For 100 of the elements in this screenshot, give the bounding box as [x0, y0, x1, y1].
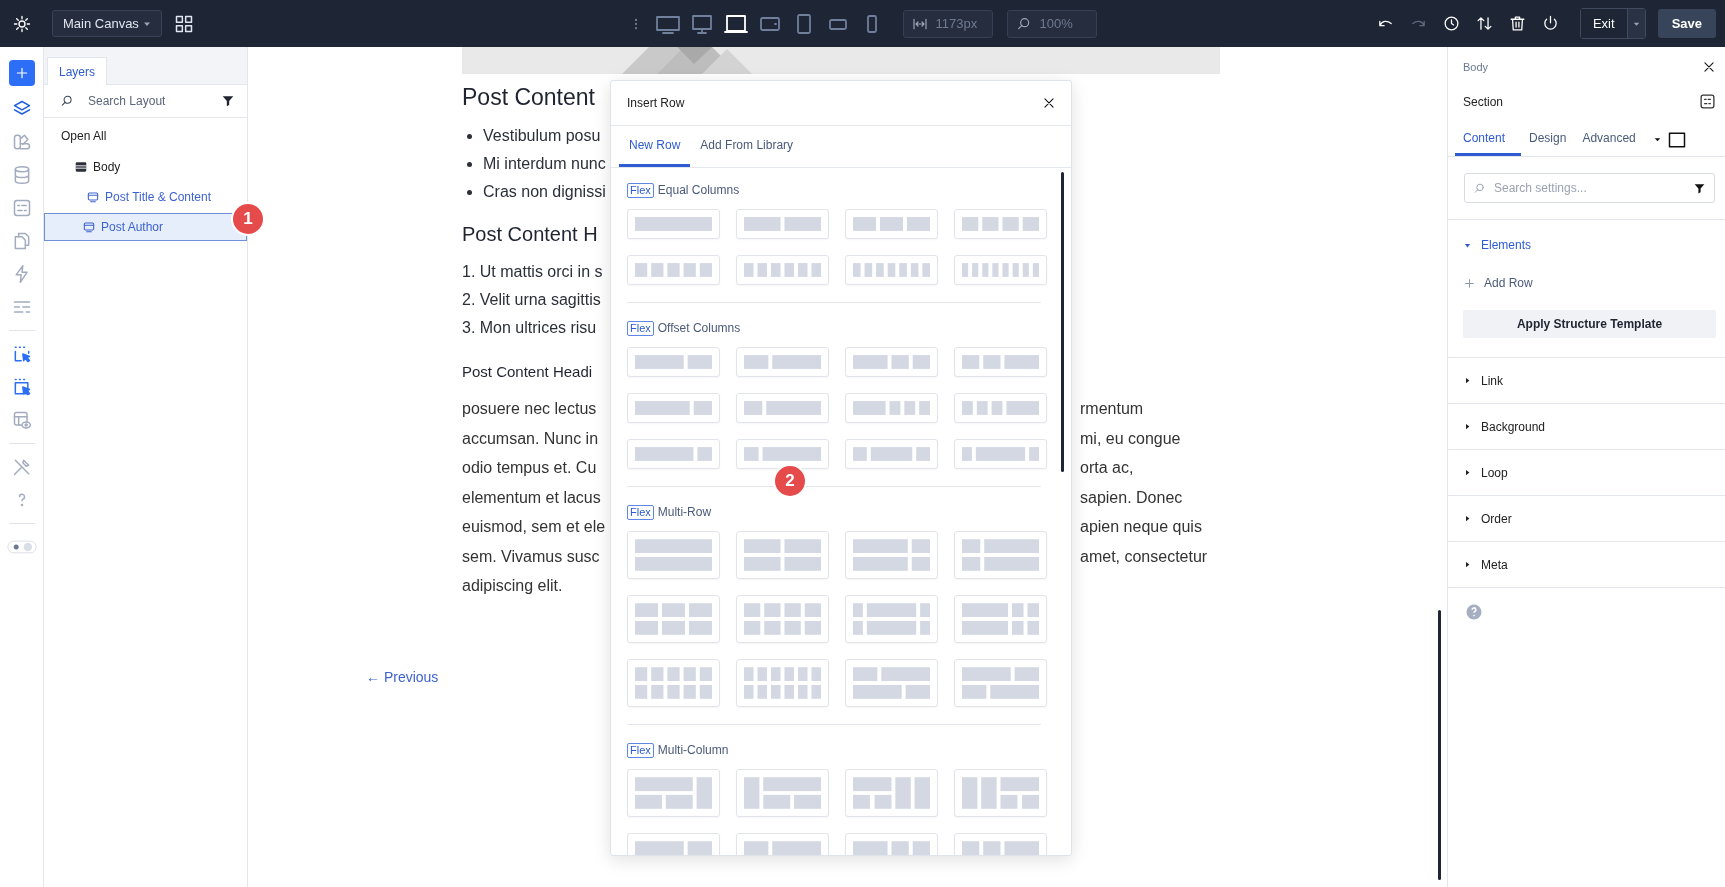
layout-option[interactable]	[736, 347, 829, 377]
layout-option[interactable]	[627, 439, 720, 469]
settings-tab[interactable]: Advanced	[1574, 123, 1644, 156]
form-icon[interactable]	[11, 198, 32, 218]
filter-icon[interactable]	[221, 94, 235, 108]
scrollbar[interactable]	[1061, 172, 1064, 472]
layout-option[interactable]	[627, 347, 720, 377]
layers-tab[interactable]: Layers	[47, 57, 108, 85]
layout-option[interactable]	[627, 659, 720, 707]
layout-option[interactable]	[627, 393, 720, 423]
group-header[interactable]: Meta	[1463, 542, 1716, 587]
bullet-dot	[467, 189, 472, 195]
column-layout-icon	[744, 447, 821, 461]
list-item: Mi interdum nunc	[483, 154, 606, 174]
layout-option[interactable]	[627, 595, 720, 643]
layout-option[interactable]	[845, 209, 938, 239]
history-icon[interactable]	[1442, 15, 1460, 32]
section-icon	[74, 160, 88, 174]
section-title: Multi-Row	[657, 505, 712, 519]
canvas-select[interactable]: Main Canvas	[52, 10, 162, 37]
layout-option[interactable]	[954, 769, 1047, 817]
save-button[interactable]: Save	[1657, 9, 1716, 38]
layout-option[interactable]	[845, 531, 938, 579]
layout-option[interactable]	[954, 439, 1047, 469]
layout-option[interactable]	[845, 595, 938, 643]
breadcrumb[interactable]: Body	[1463, 61, 1489, 73]
column-layout-icon	[744, 603, 821, 635]
group-header[interactable]: Elements	[1463, 220, 1716, 270]
previous-link[interactable]: ← Previous	[366, 669, 439, 685]
blocks-icon[interactable]	[11, 132, 32, 152]
step-marker: 1	[233, 204, 263, 234]
tools-icon[interactable]	[11, 457, 32, 477]
settings-tab[interactable]: Design	[1521, 123, 1575, 156]
layout-option[interactable]	[627, 209, 720, 239]
layout-option[interactable]	[627, 531, 720, 579]
layout-option[interactable]	[845, 769, 938, 817]
layout-option[interactable]	[736, 209, 829, 239]
power-icon[interactable]	[1541, 15, 1559, 32]
column-layout-icon	[962, 355, 1039, 369]
column-layout-icon	[635, 667, 712, 699]
list-item: Vestibulum posu	[483, 126, 601, 146]
structure-icon[interactable]	[1699, 93, 1716, 110]
layer-item[interactable]: Body	[44, 153, 247, 181]
column-layout-icon	[635, 603, 712, 635]
layout-option[interactable]	[736, 595, 829, 643]
layout-option[interactable]	[845, 659, 938, 707]
close-icon[interactable]	[1042, 96, 1056, 110]
column-layout-icon	[853, 539, 930, 571]
layout-option[interactable]	[845, 393, 938, 423]
search-field[interactable]: Search settings...	[1464, 173, 1715, 203]
grid-icon[interactable]	[174, 13, 194, 34]
dialog-title: Insert Row	[627, 96, 685, 110]
group-header[interactable]: Loop	[1463, 450, 1716, 495]
layout-option[interactable]	[627, 769, 720, 817]
flex-badge: Flex	[627, 320, 654, 336]
settings-tab[interactable]: Content	[1455, 123, 1522, 156]
layout-option[interactable]	[954, 347, 1047, 377]
layout-option[interactable]	[736, 255, 829, 285]
layout-option[interactable]	[845, 255, 938, 285]
layout-option[interactable]	[736, 531, 829, 579]
column-layout-icon	[962, 401, 1039, 415]
flex-badge: Flex	[627, 504, 654, 520]
list-item: 3. Mon ultrices risu	[462, 318, 597, 338]
layout-option[interactable]	[736, 439, 829, 469]
group-header[interactable]: Order	[1463, 496, 1716, 541]
help-icon[interactable]	[1465, 603, 1483, 621]
search-icon	[1473, 181, 1486, 195]
add-button[interactable]	[8, 60, 35, 86]
layout-option[interactable]	[736, 769, 829, 817]
layout-option[interactable]	[736, 393, 829, 423]
group-header[interactable]: Link	[1463, 358, 1716, 403]
group-header[interactable]: Background	[1463, 404, 1716, 449]
layout-option[interactable]	[954, 531, 1047, 579]
column-layout-icon	[635, 777, 712, 809]
open-all-link[interactable]: Open All	[44, 118, 107, 151]
layout-option[interactable]	[954, 255, 1047, 285]
dialog-tab[interactable]: New Row	[619, 126, 691, 167]
paragraph-text: apien neque quis	[1080, 517, 1202, 537]
sort-icon[interactable]	[1475, 15, 1493, 32]
layout-option[interactable]	[736, 659, 829, 707]
scrollbar[interactable]	[1438, 610, 1441, 880]
column-layout-icon	[744, 263, 821, 277]
layout-preview-icon[interactable]	[11, 410, 32, 430]
column-layout-icon	[744, 401, 821, 415]
post-heading: Post Content H	[462, 222, 598, 247]
close-icon[interactable]	[1702, 60, 1716, 74]
trash-icon[interactable]	[1508, 15, 1526, 32]
add-row-link[interactable]: Add Row	[1463, 268, 1533, 298]
dialog-tab[interactable]: Add From Library	[690, 126, 804, 167]
layout-option[interactable]	[954, 393, 1047, 423]
apply-template-button[interactable]: Apply Structure Template	[1463, 310, 1716, 338]
layout-option[interactable]	[627, 255, 720, 285]
layout-option[interactable]	[845, 439, 938, 469]
layout-option[interactable]	[954, 659, 1047, 707]
layout-option[interactable]	[954, 595, 1047, 643]
layout-option[interactable]	[954, 209, 1047, 239]
settings-icon[interactable]	[13, 14, 31, 33]
layout-option[interactable]	[845, 347, 938, 377]
plus-icon	[1463, 276, 1476, 290]
search-icon	[1015, 15, 1032, 32]
